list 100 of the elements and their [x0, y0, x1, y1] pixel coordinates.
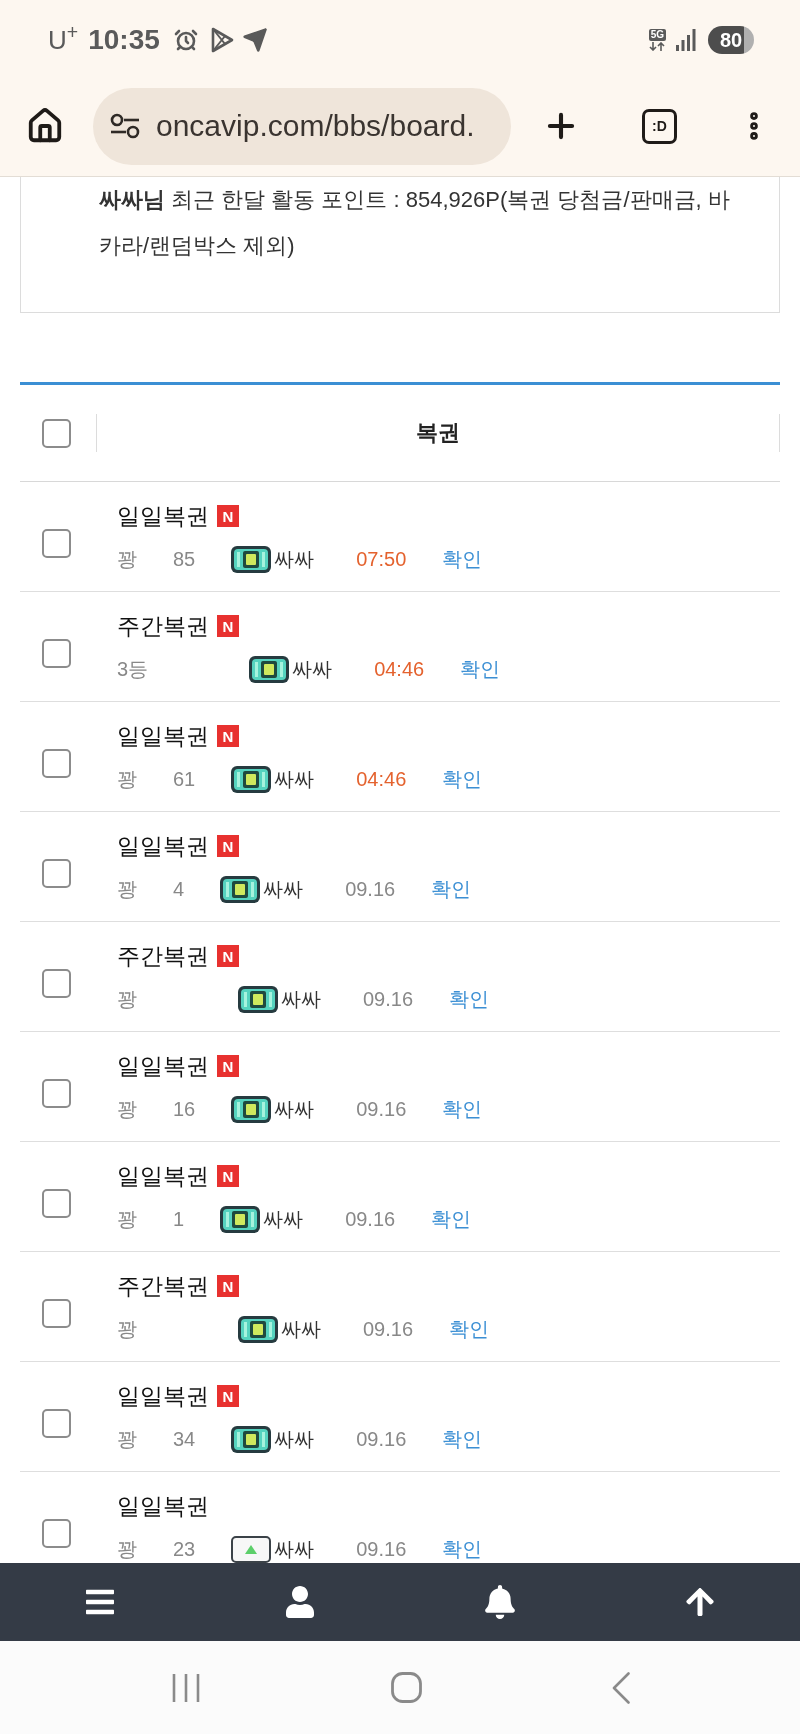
post-time: 04:46 [374, 657, 425, 682]
post-title-link[interactable]: 일일복권 [117, 832, 209, 860]
new-badge: N [217, 1055, 239, 1077]
row-checkbox[interactable] [42, 859, 71, 888]
result-label: 꽝 [117, 1097, 137, 1122]
back-chevron-icon [611, 1671, 630, 1704]
post-time: 09.16 [363, 1317, 414, 1342]
result-label: 꽝 [117, 767, 137, 792]
post-time: 09.16 [345, 877, 396, 902]
confirm-link[interactable]: 확인 [442, 765, 483, 793]
post-time: 09.16 [356, 1427, 407, 1452]
post-title-link[interactable]: 일일복권 [117, 1162, 209, 1190]
data-arrows-icon [649, 42, 666, 51]
row-checkbox[interactable] [42, 639, 71, 668]
result-label: 꽝 [117, 1317, 137, 1342]
count-label: 16 [173, 1097, 196, 1122]
author-name[interactable]: 싸싸 [274, 545, 315, 573]
post-title-link[interactable]: 일일복권 [117, 502, 209, 530]
row-checkbox[interactable] [42, 529, 71, 558]
author-name[interactable]: 싸싸 [281, 985, 321, 1013]
row-checkbox[interactable] [42, 1189, 71, 1218]
row-checkbox[interactable] [42, 1299, 71, 1328]
home-icon[interactable] [26, 107, 64, 145]
new-badge: N [217, 615, 239, 637]
recent-apps-icon [170, 1672, 201, 1703]
arrow-up-icon [684, 1586, 716, 1618]
alarm-clock-icon [173, 28, 198, 52]
new-badge: N [217, 1165, 239, 1187]
author-name[interactable]: 싸싸 [292, 655, 333, 683]
back-button[interactable] [611, 1671, 630, 1704]
home-button[interactable] [390, 1672, 422, 1703]
post-title-link[interactable]: 일일복권 [117, 1492, 209, 1520]
new-badge: N [217, 725, 239, 747]
recent-apps-button[interactable] [170, 1672, 201, 1703]
author-name[interactable]: 싸싸 [263, 1205, 304, 1233]
tune-icon[interactable] [110, 113, 140, 139]
result-label: 꽝 [117, 1427, 137, 1452]
carrier-label: U$^{+}$ [48, 27, 79, 53]
row-checkbox[interactable] [42, 749, 71, 778]
author-name[interactable]: 싸싸 [274, 1095, 315, 1123]
result-label: 꽝 [117, 987, 137, 1012]
row-checkbox[interactable] [42, 1079, 71, 1108]
count-label: 85 [173, 547, 196, 572]
post-time: 09.16 [356, 1097, 407, 1122]
new-badge: N [217, 835, 239, 857]
result-label: 꽝 [117, 1537, 137, 1562]
new-badge: N [217, 505, 239, 527]
row-checkbox[interactable] [42, 1519, 71, 1548]
count-label: 34 [173, 1427, 196, 1452]
row-checkbox[interactable] [42, 1409, 71, 1438]
battery-indicator: 80 [708, 26, 754, 54]
post-title-link[interactable]: 주간복권 [117, 612, 209, 640]
post-title-link[interactable]: 일일복권 [117, 722, 209, 750]
result-label: 3등 [117, 657, 149, 682]
author-name[interactable]: 싸싸 [274, 765, 315, 793]
bell-icon [484, 1585, 516, 1619]
result-label: 꽝 [117, 1207, 137, 1232]
url-text: oncavip.com/bbs/board. [156, 111, 475, 141]
confirm-link[interactable]: 확인 [442, 1535, 483, 1563]
confirm-link[interactable]: 확인 [431, 875, 472, 903]
new-badge: N [217, 1275, 239, 1297]
confirm-link[interactable]: 확인 [449, 1315, 490, 1343]
new-badge: N [217, 1385, 239, 1407]
confirm-link[interactable]: 확인 [442, 545, 483, 573]
new-badge: N [217, 945, 239, 967]
count-label: 61 [173, 767, 196, 792]
author-name[interactable]: 싸싸 [263, 875, 304, 903]
post-time: 07:50 [356, 547, 407, 572]
post-title-link[interactable]: 주간복권 [117, 1272, 209, 1300]
select-all-checkbox[interactable] [42, 418, 71, 448]
address-bar[interactable]: oncavip.com/bbs/board. [93, 87, 511, 165]
count-label: 23 [173, 1537, 196, 1562]
count-label: 1 [173, 1207, 185, 1232]
confirm-link[interactable]: 확인 [442, 1425, 483, 1453]
clock-time: 10:35 [88, 26, 160, 54]
rounded-square-icon [390, 1672, 422, 1703]
author-name[interactable]: 싸싸 [274, 1425, 315, 1453]
confirm-link[interactable]: 확인 [460, 655, 501, 683]
author-name[interactable]: 싸싸 [281, 1315, 321, 1343]
signal-icon [676, 29, 696, 51]
column-header: 복권 [416, 422, 460, 444]
confirm-link[interactable]: 확인 [431, 1205, 472, 1233]
post-time: 04:46 [356, 767, 407, 792]
count-label: 4 [173, 877, 185, 902]
post-time: 09.16 [345, 1207, 396, 1232]
post-title-link[interactable]: 일일복권 [117, 1382, 209, 1410]
result-label: 꽝 [117, 877, 137, 902]
row-checkbox[interactable] [42, 969, 71, 998]
network-type-label: 5G [648, 29, 666, 41]
user-icon [286, 1586, 314, 1618]
post-time: 09.16 [356, 1537, 407, 1562]
confirm-link[interactable]: 확인 [449, 985, 490, 1013]
tab-switcher-button[interactable]: :D [642, 108, 677, 144]
post-title-link[interactable]: 주간복권 [117, 942, 209, 970]
confirm-link[interactable]: 확인 [442, 1095, 483, 1123]
play-triangle-icon [209, 27, 234, 53]
author-name[interactable]: 싸싸 [274, 1535, 315, 1563]
post-title-link[interactable]: 일일복권 [117, 1052, 209, 1080]
points-notice-text: 싸싸님 최근 한달 활동 포인트 : 854,926P(복권 당첨금/판매금, 바카라/랜덤박스 제외) [99, 186, 731, 260]
post-time: 09.16 [363, 987, 414, 1012]
